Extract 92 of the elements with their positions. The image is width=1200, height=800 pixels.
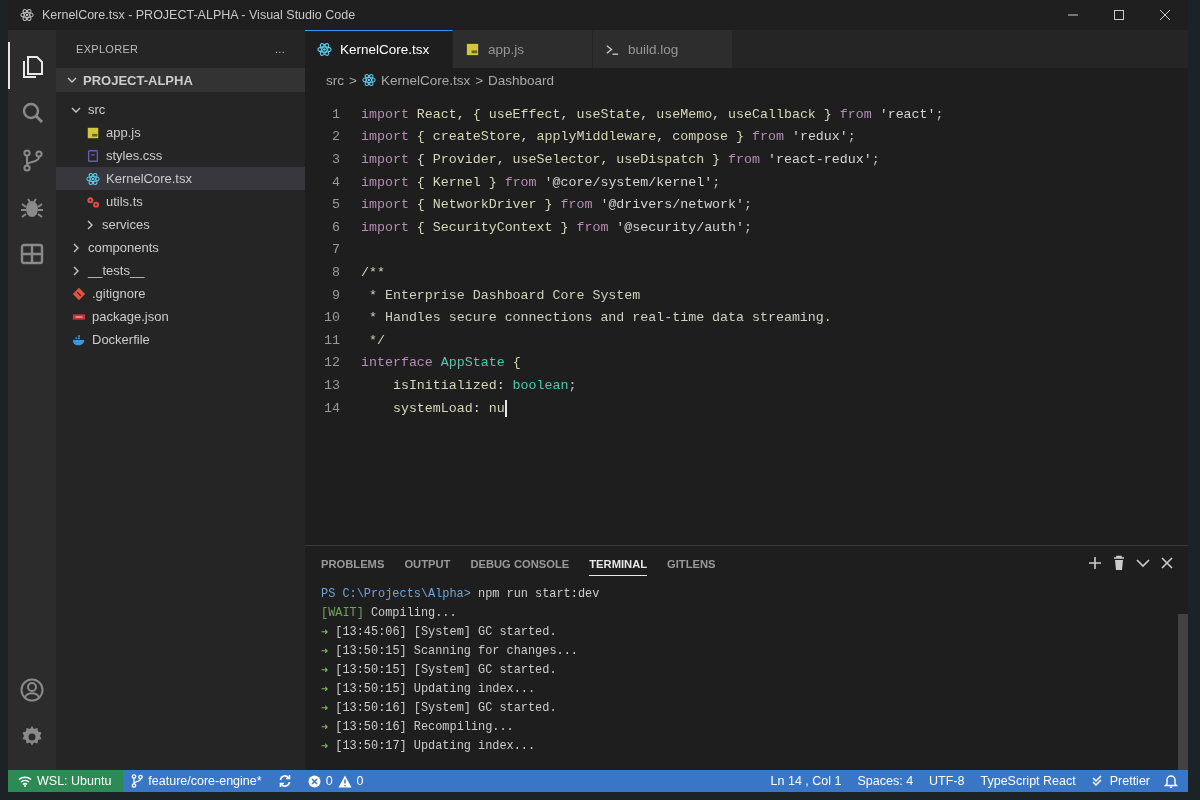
atom-icon — [317, 42, 332, 57]
branch-icon — [131, 774, 144, 788]
tree-item[interactable]: utils.ts — [56, 190, 305, 213]
terminal-line: ➜ [13:50:15] Scanning for changes... — [321, 642, 579, 660]
line-number: 7 — [331, 242, 340, 258]
status-item[interactable]: TypeScript React — [972, 770, 1084, 792]
line-number: 5 — [331, 197, 340, 213]
panel-title: EXPLORER — [76, 43, 139, 55]
tree-item[interactable]: Dockerfile — [56, 328, 305, 351]
status-item[interactable]: Ln 14 , Col 1 — [762, 770, 850, 792]
tree-item[interactable]: package.json — [56, 305, 305, 328]
terminal-line: ➜ [13:45:06] [System] GC started. — [321, 623, 558, 641]
terminal-line: ➜ [13:50:16] [System] GC started. — [321, 699, 558, 717]
file-icon — [86, 148, 100, 163]
code-line: import { SecurityContext } from '@security/auth'; — [361, 219, 753, 235]
prettier-indicator[interactable]: Prettier — [1083, 770, 1158, 792]
sync-icon[interactable] — [277, 774, 292, 788]
line-number: 10 — [323, 310, 340, 326]
terminal-line: ➜ [13:50:17] Updating index... — [321, 737, 537, 755]
terminal-icon — [605, 42, 620, 57]
breadcrumb-item[interactable]: KernelCore.tsx — [380, 72, 471, 88]
code-line: isInitialized: boolean; — [391, 377, 577, 393]
line-number: 9 — [331, 287, 340, 303]
code-line: * Handles secure connections and real-time data streaming. — [367, 310, 832, 326]
terminal-line: ➜ [13:50:15] Updating index... — [321, 680, 537, 698]
tree-item[interactable]: app.js — [56, 121, 305, 144]
app-icon — [20, 8, 34, 22]
code-line: import React, { useEffect, useState, useMemo, useCallback } from 'react'; — [361, 106, 944, 122]
editor-tab[interactable]: app.js — [453, 30, 593, 68]
code-line: /** — [361, 264, 385, 280]
line-number: 6 — [331, 219, 340, 235]
breadcrumb-item[interactable]: Dashboard — [488, 72, 555, 88]
panel-tab[interactable]: GITLENS — [667, 550, 716, 576]
tree-item[interactable]: src — [56, 98, 305, 121]
status-item[interactable]: Spaces: 4 — [849, 770, 922, 792]
line-number: 1 — [331, 106, 340, 122]
add-icon[interactable] — [1086, 554, 1104, 572]
scrollbar[interactable] — [1178, 614, 1188, 770]
panel-tab[interactable]: TERMINAL — [589, 550, 648, 576]
code-line: systemLoad: nu — [391, 400, 505, 416]
breadcrumb-item[interactable]: src — [326, 72, 344, 88]
status-item[interactable]: UTF-8 — [921, 770, 973, 792]
code-line: import { createStore, applyMiddleware, compose } from 'redux'; — [361, 129, 856, 145]
code-line: * Enterprise Dashboard Core System — [367, 287, 641, 303]
line-number: 11 — [323, 332, 340, 348]
account-icon[interactable] — [19, 676, 45, 703]
editor-tab[interactable]: KernelCore.tsx — [305, 30, 453, 68]
tree-item[interactable]: services — [56, 213, 305, 236]
line-number: 13 — [323, 377, 340, 393]
line-number: 14 — [323, 400, 340, 416]
panel-tab[interactable]: DEBUG CONSOLE — [470, 550, 570, 576]
tree-item[interactable]: components — [56, 236, 305, 259]
atom-icon — [361, 73, 376, 87]
terminal-line: PS C:\Projects\Alpha> npm run start:dev — [321, 585, 601, 603]
error-icon — [307, 774, 321, 788]
remote-indicator[interactable]: WSL: Ubuntu — [8, 770, 124, 792]
double-check-icon — [1091, 775, 1105, 787]
more-button[interactable]: ... — [274, 43, 285, 55]
panel-tab[interactable]: OUTPUT — [404, 550, 451, 576]
branch-indicator[interactable]: feature/core-engine* — [123, 770, 270, 792]
whale-icon — [72, 332, 86, 347]
tree-item[interactable]: __tests__ — [56, 259, 305, 282]
breadcrumb-separator: > — [349, 72, 357, 88]
code-line: import { Provider, useSelector, useDispatch } from 'react-redux'; — [361, 152, 880, 167]
line-number: 4 — [331, 174, 340, 190]
problems-indicator[interactable]: 0 0 — [299, 770, 372, 792]
line-number: 3 — [331, 152, 340, 167]
code-line: interface AppState { — [361, 355, 521, 371]
tree-item[interactable]: styles.css — [56, 144, 305, 167]
terminal-line: [WAIT] Compiling... — [321, 604, 458, 622]
window-title: KernelCore.tsx - PROJECT-ALPHA - Visual Studio Code — [42, 8, 357, 22]
file-icon — [465, 42, 480, 57]
file-icon — [86, 125, 100, 140]
tree-item[interactable]: KernelCore.tsx — [56, 167, 305, 190]
project-header[interactable]: PROJECT-ALPHA — [56, 68, 305, 92]
line-number: 12 — [323, 355, 340, 371]
tree-item[interactable]: .gitignore — [56, 282, 305, 305]
line-number: 8 — [331, 264, 340, 280]
bell-icon[interactable] — [1164, 774, 1178, 788]
line-number: 2 — [331, 129, 340, 145]
panel-tab[interactable]: PROBLEMS — [321, 550, 385, 576]
gears-icon — [86, 194, 100, 209]
code-line: */ — [367, 332, 385, 348]
code-line: import { Kernel } from '@core/system/kernel'; — [361, 174, 721, 190]
atom-icon — [86, 171, 100, 186]
warning-icon — [337, 774, 352, 788]
wifi-icon — [18, 775, 32, 787]
terminal-line: ➜ [13:50:16] Recompiling... — [321, 718, 515, 736]
editor-tab[interactable]: build.log — [593, 30, 733, 68]
terminal-line: ➜ [13:50:15] [System] GC started. — [321, 661, 558, 679]
code-line: import { NetworkDriver } from '@drivers/network'; — [361, 197, 752, 213]
breadcrumb-separator: > — [475, 72, 484, 88]
